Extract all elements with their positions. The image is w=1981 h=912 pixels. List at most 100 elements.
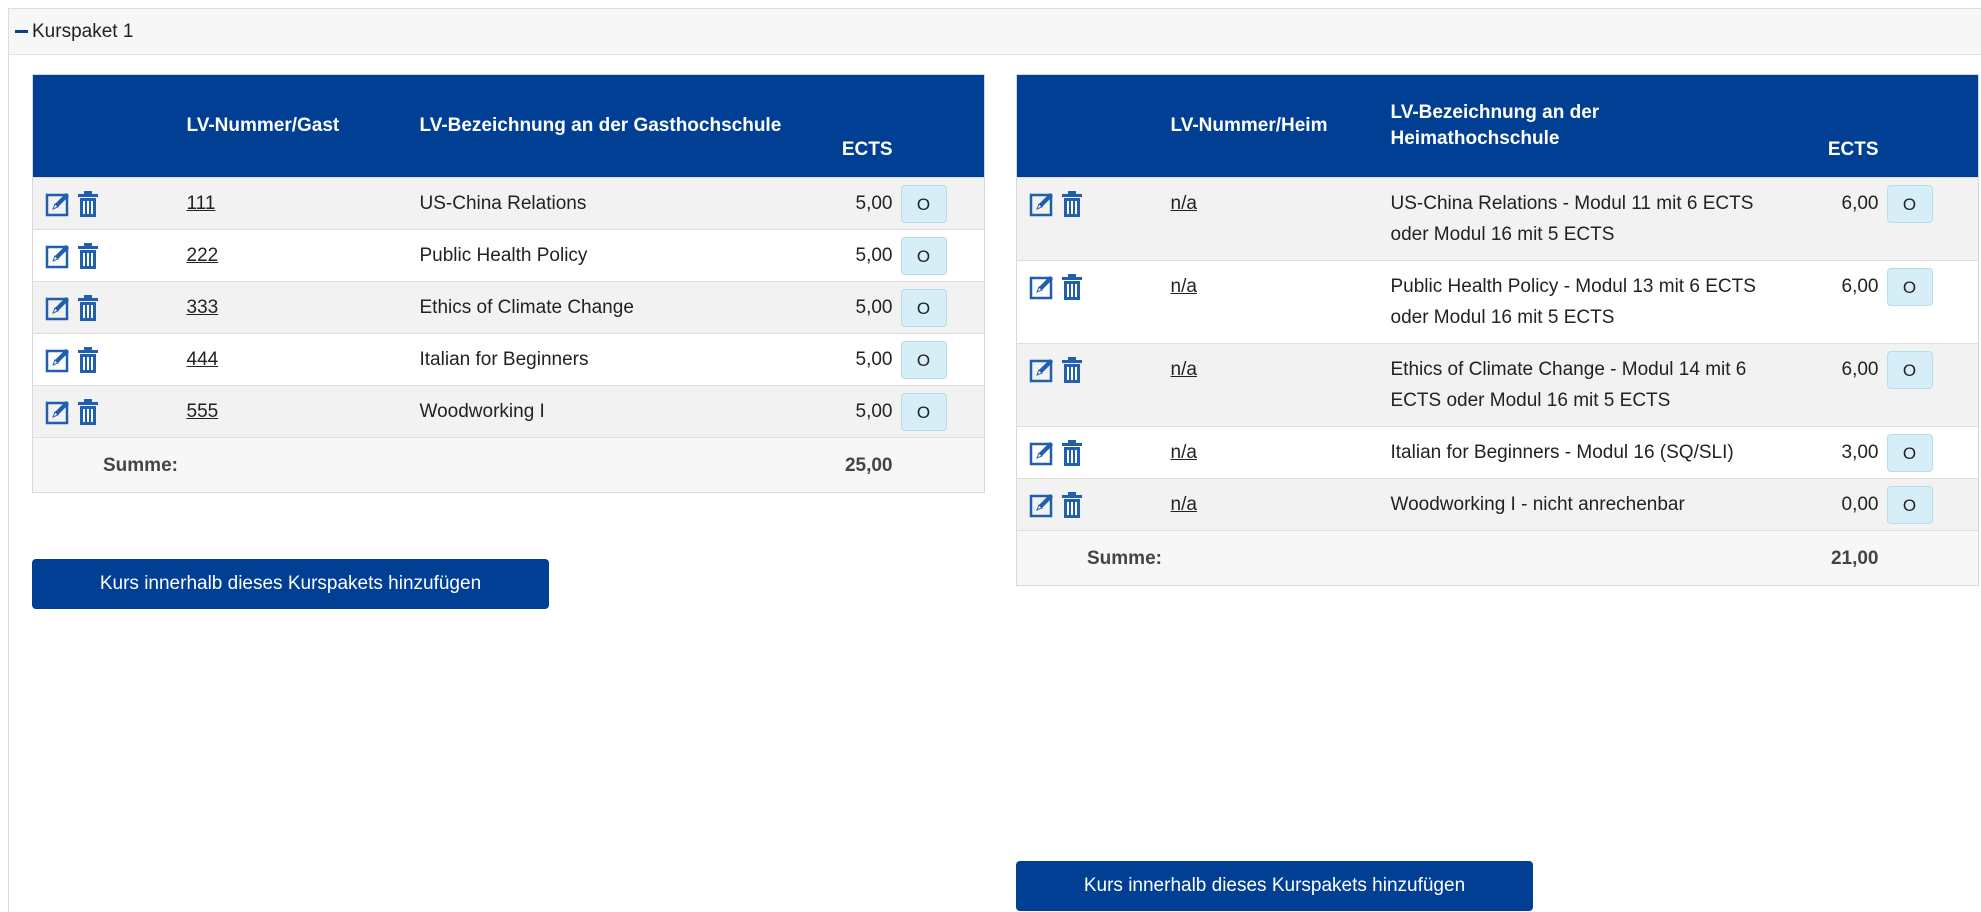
trash-icon[interactable] — [1061, 439, 1087, 467]
home-ects-header: ECTS — [1827, 139, 1879, 160]
sum-empty — [900, 437, 985, 493]
status-button[interactable]: O — [1886, 351, 1933, 389]
row-actions — [1016, 260, 1167, 344]
course-ects: 5,00 — [800, 385, 901, 438]
status-button[interactable]: O — [900, 237, 947, 275]
status-cell: O — [900, 177, 985, 230]
course-number-link[interactable]: n/a — [1171, 193, 1197, 214]
course-number-link[interactable]: n/a — [1171, 359, 1197, 380]
guest-table-row: 222 Public Health Policy 5,00 O — [32, 229, 985, 282]
course-ects: 6,00 — [1766, 177, 1887, 261]
course-ects: 5,00 — [800, 281, 901, 334]
course-number-cell: n/a — [1166, 177, 1387, 261]
edit-icon[interactable] — [45, 346, 71, 374]
course-number-cell: 111 — [182, 177, 416, 230]
edit-icon[interactable] — [1029, 491, 1055, 519]
course-ects: 5,00 — [800, 229, 901, 282]
status-cell: O — [900, 333, 985, 386]
course-number-cell: n/a — [1166, 478, 1387, 531]
status-cell: O — [900, 281, 985, 334]
status-button[interactable]: O — [1886, 185, 1933, 223]
trash-icon[interactable] — [77, 398, 103, 426]
trash-icon[interactable] — [1061, 190, 1087, 218]
trash-icon[interactable] — [77, 190, 103, 218]
sum-empty — [1886, 530, 1979, 586]
course-number-cell: n/a — [1166, 343, 1387, 427]
course-number-link[interactable]: n/a — [1171, 442, 1197, 463]
course-number-cell: n/a — [1166, 260, 1387, 344]
course-description: US-China Relations — [415, 177, 801, 230]
status-cell: O — [900, 385, 985, 438]
status-cell: O — [1886, 260, 1979, 344]
trash-icon[interactable] — [77, 346, 103, 374]
guest-ects-header: ECTS — [841, 139, 893, 160]
edit-icon[interactable] — [45, 242, 71, 270]
course-number-link[interactable]: 222 — [187, 245, 219, 266]
edit-icon[interactable] — [45, 398, 71, 426]
status-button[interactable]: O — [900, 185, 947, 223]
edit-icon[interactable] — [1029, 190, 1055, 218]
course-description: Woodworking I — [415, 385, 801, 438]
home-course-table: LV-Nummer/Heim LV-Bezeichnung an der Hei… — [1016, 74, 1979, 586]
course-number-link[interactable]: 555 — [187, 401, 219, 422]
guest-course-table-block: LV-Nummer/Gast LV-Bezeichnung an der Gas… — [32, 74, 985, 493]
guest-table-row: 444 Italian for Beginners 5,00 O — [32, 333, 985, 386]
course-description: Italian for Beginners - Modul 16 (SQ/SLI… — [1386, 426, 1767, 479]
home-add-course-button[interactable]: Kurs innerhalb dieses Kurspakets hinzufü… — [1016, 861, 1533, 911]
course-ects: 6,00 — [1766, 260, 1887, 344]
course-ects: 5,00 — [800, 177, 901, 230]
sum-spacer — [415, 437, 801, 493]
status-button[interactable]: O — [1886, 486, 1933, 524]
edit-icon[interactable] — [45, 190, 71, 218]
sum-label: Summe: — [1016, 530, 1387, 586]
guest-course-table: LV-Nummer/Gast LV-Bezeichnung an der Gas… — [32, 74, 985, 493]
trash-icon[interactable] — [77, 242, 103, 270]
course-number-cell: n/a — [1166, 426, 1387, 479]
home-description-header: LV-Bezeichnung an der Heimathochschule — [1390, 102, 1600, 149]
edit-icon[interactable] — [1029, 273, 1055, 301]
trash-icon[interactable] — [1061, 356, 1087, 384]
trash-icon[interactable] — [77, 294, 103, 322]
status-button[interactable]: O — [900, 341, 947, 379]
sum-spacer — [1386, 530, 1767, 586]
row-actions — [32, 229, 183, 282]
edit-icon[interactable] — [1029, 356, 1055, 384]
course-ects: 5,00 — [800, 333, 901, 386]
guest-table-row: 111 US-China Relations 5,00 O — [32, 177, 985, 230]
status-button[interactable]: O — [900, 393, 947, 431]
guest-number-header: LV-Nummer/Gast — [186, 115, 340, 136]
sum-value: 21,00 — [1766, 530, 1887, 586]
package-header[interactable]: Kurspaket 1 — [9, 9, 1981, 55]
course-number-link[interactable]: 111 — [187, 193, 216, 214]
course-package-panel: Kurspaket 1 LV-Nummer/Gast LV-Bezeichnun… — [8, 8, 1981, 912]
status-button[interactable]: O — [900, 289, 947, 327]
course-number-link[interactable]: n/a — [1171, 494, 1197, 515]
status-button[interactable]: O — [1886, 268, 1933, 306]
course-number-cell: 555 — [182, 385, 416, 438]
home-table-row: n/a Ethics of Climate Change - Modul 14 m… — [1016, 343, 1979, 427]
row-actions — [1016, 177, 1167, 261]
course-number-cell: 222 — [182, 229, 416, 282]
guest-description-header: LV-Bezeichnung an der Gasthochschule — [419, 115, 782, 136]
status-cell: O — [1886, 343, 1979, 427]
status-cell: O — [1886, 478, 1979, 531]
trash-icon[interactable] — [1061, 273, 1087, 301]
home-actions-header — [1017, 75, 1167, 178]
course-number-link[interactable]: 444 — [187, 349, 219, 370]
home-course-table-block: LV-Nummer/Heim LV-Bezeichnung an der Hei… — [1016, 74, 1979, 586]
course-number-link[interactable]: 333 — [187, 297, 219, 318]
edit-icon[interactable] — [45, 294, 71, 322]
course-description: US-China Relations - Modul 11 mit 6 ECTS… — [1386, 177, 1767, 261]
sum-value: 25,00 — [800, 437, 901, 493]
status-button[interactable]: O — [1886, 434, 1933, 472]
course-description: Public Health Policy — [415, 229, 801, 282]
minus-icon[interactable] — [15, 30, 28, 33]
edit-icon[interactable] — [1029, 439, 1055, 467]
sum-label: Summe: — [32, 437, 416, 493]
guest-sum-row: Summe: 25,00 — [32, 437, 985, 493]
guest-add-course-button[interactable]: Kurs innerhalb dieses Kurspakets hinzufü… — [32, 559, 549, 609]
course-number-link[interactable]: n/a — [1171, 276, 1197, 297]
trash-icon[interactable] — [1061, 491, 1087, 519]
guest-table-row: 555 Woodworking I 5,00 O — [32, 385, 985, 438]
course-description: Italian for Beginners — [415, 333, 801, 386]
